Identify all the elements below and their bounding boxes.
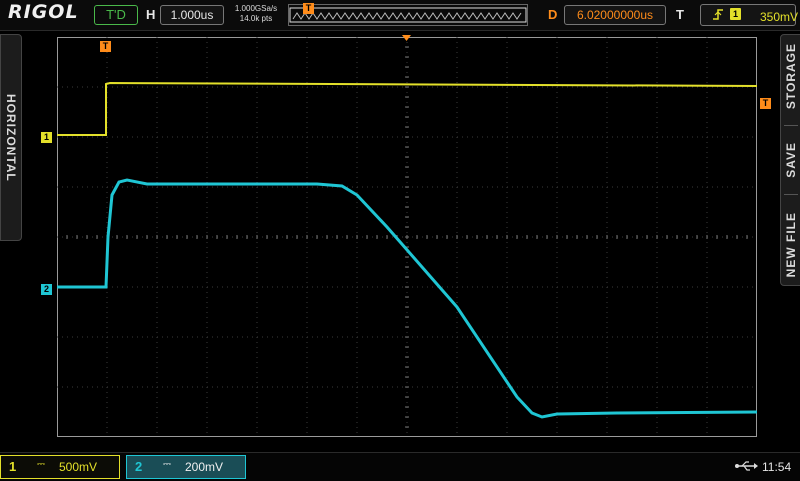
storage-side-menu[interactable]: STORAGE SAVE NEW FILE	[780, 34, 800, 286]
memory-trigger-marker: T	[303, 3, 314, 14]
run-status-badge[interactable]: T'D	[94, 5, 138, 25]
sample-rate: 1.000GSa/s	[234, 4, 278, 13]
timebase-label: H	[146, 7, 156, 22]
memory-overview-bar[interactable]: T	[288, 3, 528, 26]
trigger-label: T	[676, 7, 684, 22]
center-marker-icon	[402, 35, 411, 41]
channel-status-bar	[0, 452, 800, 481]
menu-item-storage[interactable]: STORAGE	[784, 43, 798, 109]
ch2-waveform	[57, 178, 757, 419]
rising-edge-icon	[713, 9, 723, 20]
memory-depth: 14.0k pts	[239, 14, 273, 23]
delay-label: D	[548, 7, 558, 22]
menu-item-save[interactable]: SAVE	[784, 142, 798, 178]
horizontal-menu-tab[interactable]: HORIZONTAL	[0, 34, 22, 241]
trigger-source-badge: 1	[730, 8, 741, 20]
delay-value-box[interactable]: 6.02000000us	[564, 5, 666, 25]
usb-icon	[735, 461, 758, 471]
clock: 11:54	[762, 460, 792, 474]
delay-value: 6.02000000us	[576, 8, 654, 22]
ch2-scale: 200mV	[185, 460, 224, 474]
ch2-number: 2	[135, 459, 143, 474]
ch2-offset-marker[interactable]: 2	[41, 284, 52, 295]
waveform-plot	[57, 37, 757, 437]
memory-overview-waveform	[289, 7, 527, 23]
menu-item-new-file[interactable]: NEW FILE	[784, 212, 798, 277]
ch1-scale: 500mV	[59, 460, 98, 474]
ch2-settings[interactable]: 2 ⎓ 200mV	[126, 455, 246, 479]
brand-logo: RIGOL	[8, 1, 79, 23]
ch1-settings[interactable]: 1 ⎓ 500mV	[0, 455, 120, 479]
horizontal-tab-label: HORIZONTAL	[4, 93, 18, 182]
dc-coupling-icon: ⎓	[37, 459, 45, 470]
menu-divider	[784, 125, 798, 127]
trigger-position-marker[interactable]: T	[100, 41, 111, 52]
trigger-level-marker[interactable]: T	[760, 98, 771, 109]
ch1-number: 1	[9, 459, 17, 474]
dc-coupling-icon: ⎓	[163, 459, 171, 470]
timebase-value[interactable]: 1.000us	[160, 5, 224, 25]
ch1-offset-marker[interactable]: 1	[41, 132, 52, 143]
menu-divider	[784, 194, 798, 196]
acquisition-info: 1.000GSa/s 14.0k pts	[228, 4, 284, 24]
center-axis-ticks	[66, 46, 748, 428]
trigger-level-value: 350mV	[760, 10, 799, 24]
